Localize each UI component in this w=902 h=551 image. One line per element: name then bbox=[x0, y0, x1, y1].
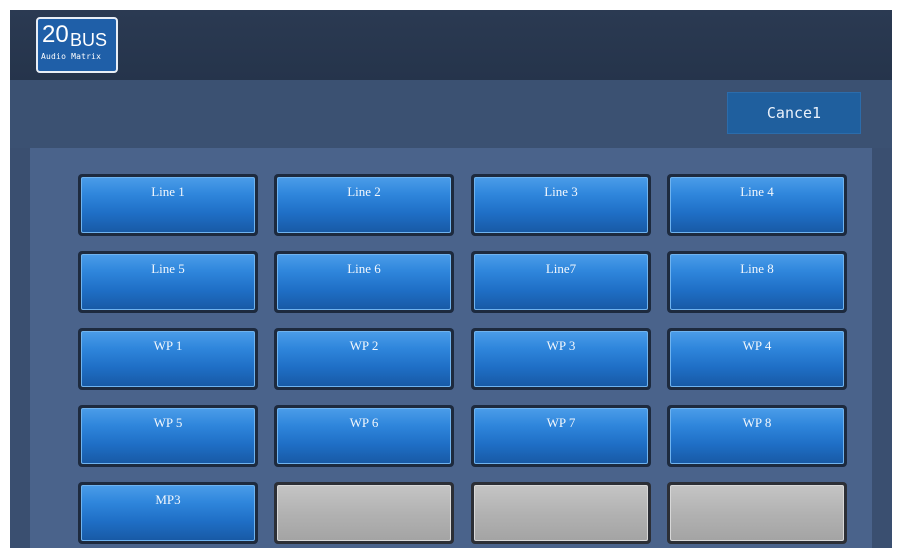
source-button[interactable]: Line 4 bbox=[667, 174, 847, 236]
empty-slot bbox=[274, 482, 454, 544]
source-button[interactable]: Line 6 bbox=[274, 251, 454, 313]
source-button-label: WP 7 bbox=[474, 408, 648, 464]
logo-number: 20 bbox=[42, 21, 69, 48]
source-button-label: WP 3 bbox=[474, 331, 648, 387]
source-button[interactable]: WP 8 bbox=[667, 405, 847, 467]
source-grid-panel: Line 1 Line 2 Line 3 Line 4 Line 5 Line … bbox=[30, 148, 872, 548]
source-button-label: WP 2 bbox=[277, 331, 451, 387]
source-button-label: Line 4 bbox=[670, 177, 844, 233]
source-button-label: Line 5 bbox=[81, 254, 255, 310]
empty-slot-face bbox=[474, 485, 648, 541]
source-button[interactable]: WP 7 bbox=[471, 405, 651, 467]
audio-matrix-logo: 20 BUS Audio Matrix bbox=[36, 17, 118, 73]
source-button[interactable]: WP 2 bbox=[274, 328, 454, 390]
cancel-button[interactable]: Cance1 bbox=[727, 92, 861, 134]
source-button-label: WP 4 bbox=[670, 331, 844, 387]
logo-subtitle: Audio Matrix bbox=[41, 52, 102, 61]
top-bar: 20 BUS Audio Matrix bbox=[10, 10, 892, 80]
source-button-label: WP 6 bbox=[277, 408, 451, 464]
empty-slot bbox=[667, 482, 847, 544]
source-button[interactable]: WP 1 bbox=[78, 328, 258, 390]
source-button-label: Line 2 bbox=[277, 177, 451, 233]
source-button-label: MP3 bbox=[81, 485, 255, 541]
empty-slot-face bbox=[277, 485, 451, 541]
source-button[interactable]: WP 6 bbox=[274, 405, 454, 467]
toolbar: Cance1 bbox=[10, 80, 892, 148]
source-button-label: Line 1 bbox=[81, 177, 255, 233]
source-button[interactable]: WP 4 bbox=[667, 328, 847, 390]
source-button-label: WP 8 bbox=[670, 408, 844, 464]
source-button-label: Line 6 bbox=[277, 254, 451, 310]
source-button[interactable]: MP3 bbox=[78, 482, 258, 544]
source-button-label: WP 1 bbox=[81, 331, 255, 387]
source-button[interactable]: Line 8 bbox=[667, 251, 847, 313]
source-button[interactable]: WP 3 bbox=[471, 328, 651, 390]
empty-slot-face bbox=[670, 485, 844, 541]
empty-slot bbox=[471, 482, 651, 544]
logo-word: BUS bbox=[70, 30, 108, 50]
source-button[interactable]: Line 3 bbox=[471, 174, 651, 236]
source-button-label: Line7 bbox=[474, 254, 648, 310]
source-button[interactable]: Line 5 bbox=[78, 251, 258, 313]
source-button-label: WP 5 bbox=[81, 408, 255, 464]
source-button[interactable]: Line7 bbox=[471, 251, 651, 313]
source-button[interactable]: WP 5 bbox=[78, 405, 258, 467]
source-button[interactable]: Line 1 bbox=[78, 174, 258, 236]
source-button[interactable]: Line 2 bbox=[274, 174, 454, 236]
source-grid: Line 1 Line 2 Line 3 Line 4 Line 5 Line … bbox=[30, 148, 872, 548]
audio-matrix-screen: 20 BUS Audio Matrix Cance1 Line 1 Line 2… bbox=[10, 10, 892, 548]
source-button-label: Line 8 bbox=[670, 254, 844, 310]
source-button-label: Line 3 bbox=[474, 177, 648, 233]
